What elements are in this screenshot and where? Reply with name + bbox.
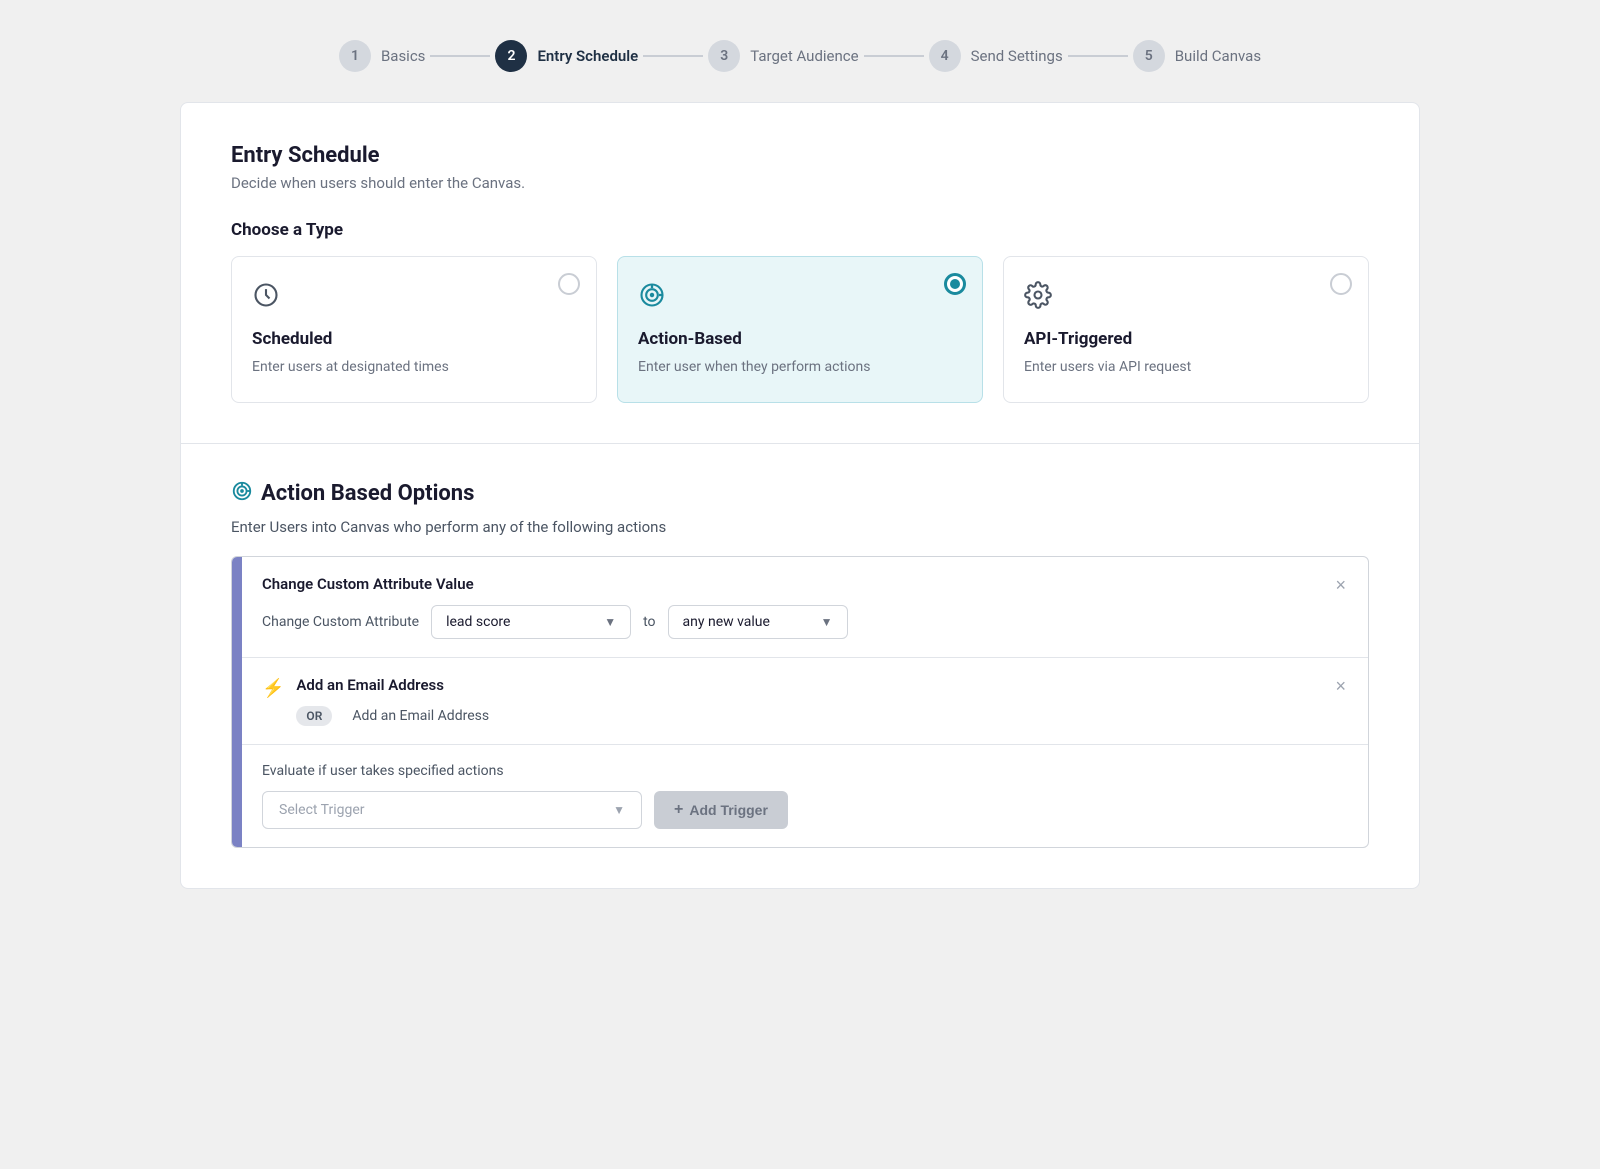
step-connector-1 <box>430 55 490 57</box>
step-2-circle: 2 <box>495 40 527 72</box>
clock-icon <box>252 281 576 315</box>
add-trigger-plus: + <box>674 801 683 819</box>
action-options-desc: Enter Users into Canvas who perform any … <box>231 518 1369 536</box>
radio-scheduled[interactable] <box>558 273 580 295</box>
section-divider <box>181 443 1419 444</box>
any-new-value-chevron: ▼ <box>821 615 833 629</box>
select-trigger-dropdown[interactable]: Select Trigger ▼ <box>262 791 642 829</box>
entry-schedule-title: Entry Schedule <box>231 143 1369 168</box>
step-2-label: Entry Schedule <box>537 47 638 65</box>
action-options-title: Action Based Options <box>261 481 474 506</box>
type-card-scheduled-desc: Enter users at designated times <box>252 357 576 378</box>
step-4-label: Send Settings <box>971 47 1063 65</box>
radio-action-based[interactable] <box>944 273 966 295</box>
any-new-value-dropdown[interactable]: any new value ▼ <box>668 605 848 639</box>
or-badge: OR <box>296 706 332 726</box>
type-card-api-name: API-Triggered <box>1024 329 1348 349</box>
type-card-scheduled-name: Scheduled <box>252 329 576 349</box>
step-3[interactable]: 3 Target Audience <box>708 40 858 72</box>
add-trigger-label: Add Trigger <box>689 802 768 818</box>
trigger-controls: Select Trigger ▼ + Add Trigger <box>262 791 1348 829</box>
step-5-label: Build Canvas <box>1175 47 1261 65</box>
actions-content: Change Custom Attribute Value Change Cus… <box>242 557 1368 847</box>
action-row-1-fields: Change Custom Attribute lead score ▼ to … <box>262 605 1348 639</box>
radio-api[interactable] <box>1330 273 1352 295</box>
type-card-action-desc: Enter user when they perform actions <box>638 357 962 378</box>
step-1-label: Basics <box>381 47 426 65</box>
step-4[interactable]: 4 Send Settings <box>929 40 1063 72</box>
close-action-1-button[interactable]: × <box>1329 573 1352 598</box>
target-icon-small <box>231 480 253 506</box>
close-action-2-button[interactable]: × <box>1329 674 1352 699</box>
type-card-action-based[interactable]: Action-Based Enter user when they perfor… <box>617 256 983 403</box>
step-connector-4 <box>1068 55 1128 57</box>
choose-type-label: Choose a Type <box>231 220 1369 240</box>
add-trigger-button[interactable]: + Add Trigger <box>654 791 788 829</box>
step-1[interactable]: 1 Basics <box>339 40 426 72</box>
action-row-email: ⚡ Add an Email Address OR Add an Email A… <box>242 658 1368 745</box>
radio-inner <box>944 273 966 295</box>
actions-sidebar-bar <box>232 557 242 847</box>
lead-score-value: lead score <box>446 614 510 630</box>
select-trigger-chevron: ▼ <box>613 803 625 817</box>
type-card-api[interactable]: API-Triggered Enter users via API reques… <box>1003 256 1369 403</box>
select-trigger-placeholder: Select Trigger <box>279 802 365 818</box>
lead-score-chevron: ▼ <box>604 615 616 629</box>
step-connector-2 <box>643 55 703 57</box>
step-4-circle: 4 <box>929 40 961 72</box>
add-email-label: Add an Email Address <box>352 708 489 724</box>
type-card-api-desc: Enter users via API request <box>1024 357 1348 378</box>
type-card-scheduled[interactable]: Scheduled Enter users at designated time… <box>231 256 597 403</box>
lightning-wrapper: ⚡ <box>262 676 284 699</box>
to-connector: to <box>643 614 655 630</box>
trigger-row: Evaluate if user takes specified actions… <box>242 745 1368 847</box>
main-card: Entry Schedule Decide when users should … <box>180 102 1420 889</box>
step-5[interactable]: 5 Build Canvas <box>1133 40 1261 72</box>
step-2[interactable]: 2 Entry Schedule <box>495 40 638 72</box>
target-icon <box>638 281 962 315</box>
email-action-content: Add an Email Address OR Add an Email Add… <box>296 676 1348 726</box>
entry-schedule-subtitle: Decide when users should enter the Canva… <box>231 174 1369 192</box>
action-row-custom-attribute: Change Custom Attribute Value Change Cus… <box>242 557 1368 658</box>
step-connector-3 <box>864 55 924 57</box>
action-options-header: Action Based Options <box>231 480 1369 506</box>
action-row-1-title: Change Custom Attribute Value <box>262 575 1348 593</box>
change-custom-attr-label: Change Custom Attribute <box>262 614 419 630</box>
step-1-circle: 1 <box>339 40 371 72</box>
step-5-circle: 5 <box>1133 40 1165 72</box>
step-3-label: Target Audience <box>750 47 858 65</box>
gear-icon <box>1024 281 1348 315</box>
trigger-desc: Evaluate if user takes specified actions <box>262 763 1348 779</box>
type-cards: Scheduled Enter users at designated time… <box>231 256 1369 403</box>
lightning-icon: ⚡ <box>262 678 284 699</box>
step-3-circle: 3 <box>708 40 740 72</box>
radio-dot <box>950 279 960 289</box>
action-row-2-title: Add an Email Address <box>296 676 1348 694</box>
actions-container: Change Custom Attribute Value Change Cus… <box>231 556 1369 848</box>
lead-score-dropdown[interactable]: lead score ▼ <box>431 605 631 639</box>
stepper: 1 Basics 2 Entry Schedule 3 Target Audie… <box>20 20 1580 102</box>
any-new-value-text: any new value <box>683 614 770 630</box>
type-card-action-name: Action-Based <box>638 329 962 349</box>
action-row-2-fields: OR Add an Email Address <box>296 706 1348 726</box>
